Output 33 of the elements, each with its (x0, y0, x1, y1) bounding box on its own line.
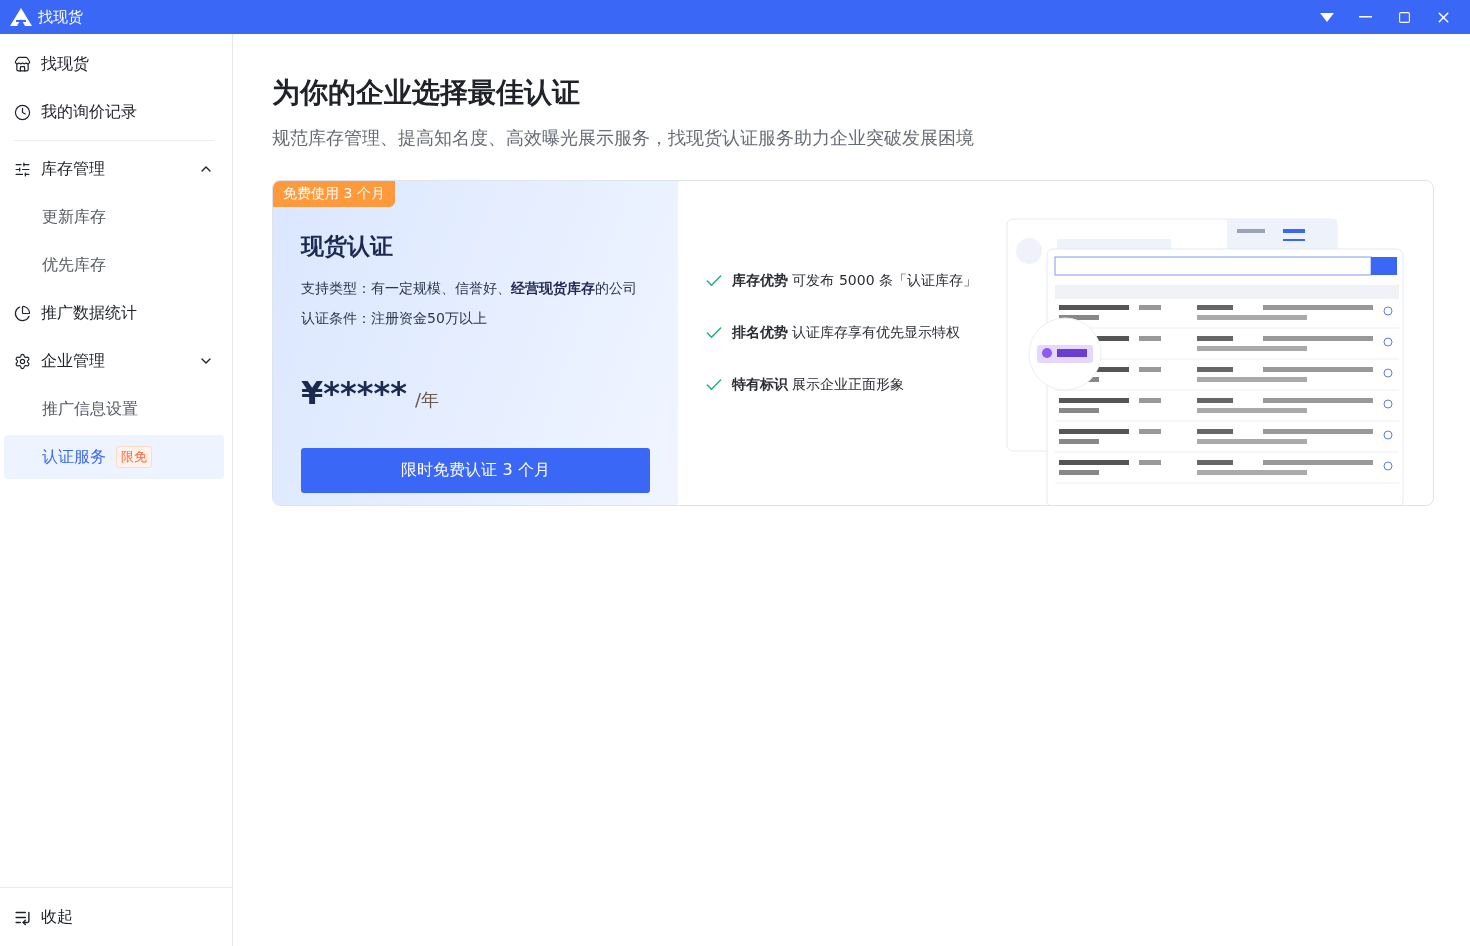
sidebar-item[interactable]: 库存管理 (4, 147, 224, 191)
price: ¥***** (301, 374, 407, 412)
nav-icon (14, 160, 31, 178)
plan-name: 现货认证 (301, 232, 394, 261)
triangle-down-icon (1319, 12, 1334, 22)
sidebar-item[interactable]: 我的询价记录 (4, 90, 224, 134)
plan-description: 认证条件：注册资金50万以上 (301, 310, 488, 328)
sidebar-item[interactable]: 推广数据统计 (4, 291, 224, 335)
feature-text: 库存优势 可发布 5000 条「认证库存」 (732, 272, 977, 290)
nav-icon (14, 55, 31, 73)
free-badge: 限免 (116, 446, 152, 468)
free-ribbon: 免费使用 3 个月 (273, 181, 395, 207)
maximize-icon (1398, 10, 1411, 24)
logo-icon (10, 8, 32, 26)
feature-text: 排名优势 认证库存享有优先显示特权 (732, 324, 961, 342)
sidebar-subitem[interactable]: 优先库存 (4, 243, 224, 287)
page-subtitle: 规范库存管理、提高知名度、高效曝光展示服务，找现货认证服务助力企业突破发展困境 (272, 126, 975, 150)
page-title: 为你的企业选择最佳认证 (272, 75, 581, 111)
nav-icon (14, 352, 31, 370)
sidebar-subitem[interactable]: 认证服务 限免 (4, 435, 224, 479)
nav-icon (14, 103, 31, 121)
collapse-button[interactable]: 收起 (0, 887, 232, 946)
sidebar-item[interactable]: 找现货 (4, 42, 224, 86)
window-title: 找现货 (38, 7, 83, 27)
sidebar-subitem[interactable]: 更新库存 (4, 195, 224, 239)
plan-description: 支持类型：有一定规模、信誉好、经营现货库存的公司 (301, 280, 638, 298)
sidebar-item[interactable]: 企业管理 (4, 339, 224, 383)
sidebar-subitem[interactable]: 推广信息设置 (4, 387, 224, 431)
free-trial-button[interactable]: 限时免费认证 3 个月 (301, 448, 650, 493)
price-unit: /年 (414, 388, 439, 412)
nav-icon (14, 304, 31, 322)
feature-text: 特有标识 展示企业正面形象 (732, 376, 905, 394)
minimize-icon (1359, 16, 1372, 18)
